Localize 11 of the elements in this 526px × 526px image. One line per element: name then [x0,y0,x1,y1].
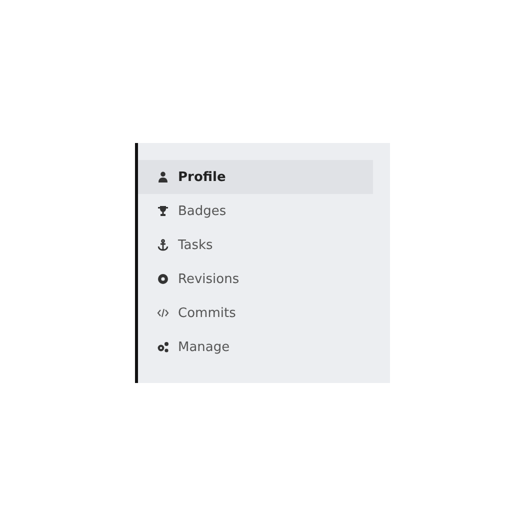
user-icon [157,171,169,183]
gears-icon [157,341,169,353]
sidebar-item[interactable]: Tasks [138,228,373,262]
trophy-icon [157,205,169,217]
sidebar-item[interactable]: Revisions [138,262,373,296]
sidebar-item[interactable]: Badges [138,194,373,228]
anchor-icon [157,239,169,251]
code-icon [157,307,169,319]
sidebar-item[interactable]: Profile [138,160,373,194]
sidebar-item[interactable]: Manage [138,330,373,364]
sidebar-item[interactable]: Commits [138,296,373,330]
